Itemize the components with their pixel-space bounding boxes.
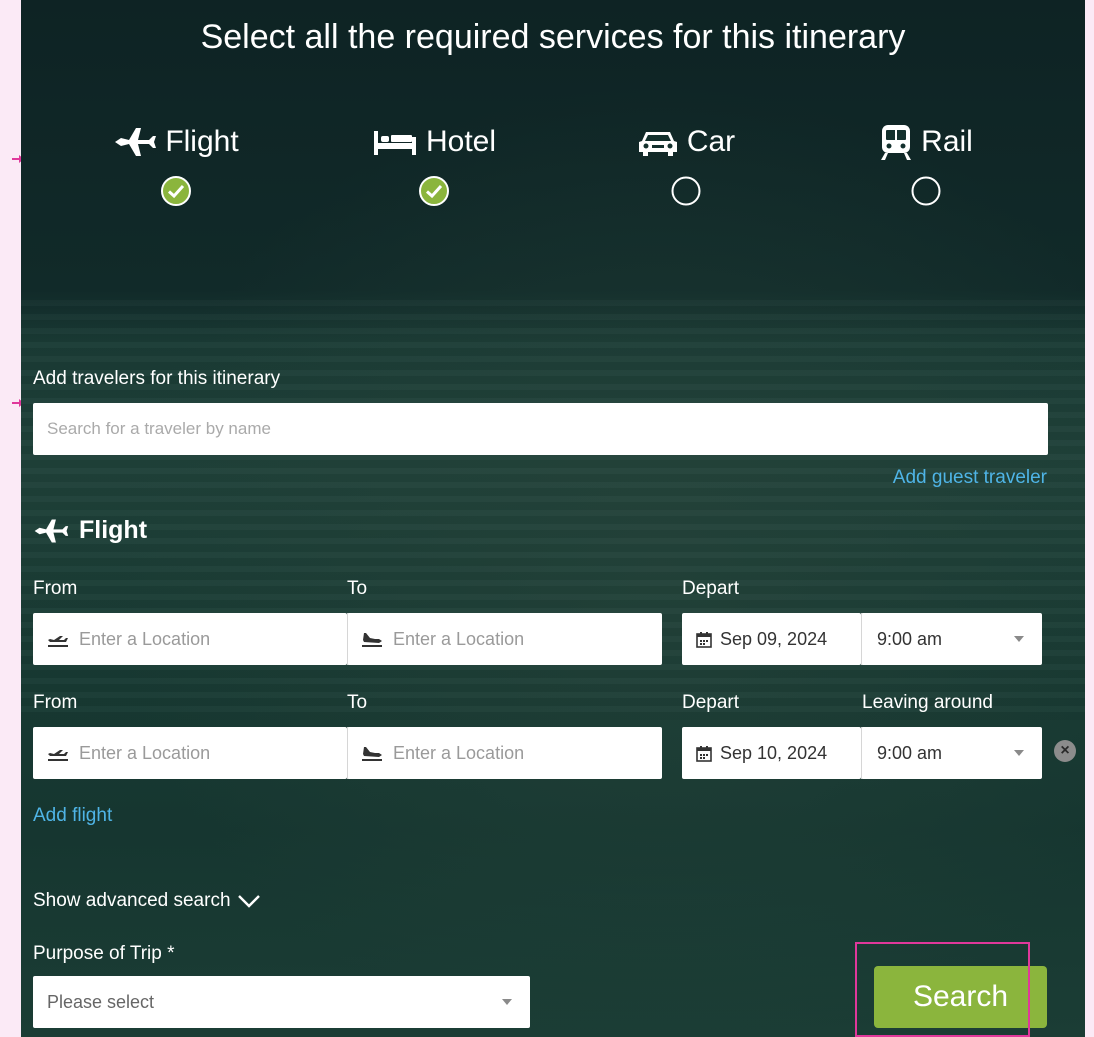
airplane-icon (115, 128, 157, 156)
service-rail[interactable]: Rail (816, 120, 1036, 214)
chevron-down-icon (237, 895, 260, 908)
leaving-time-select[interactable]: 9:00 am (861, 727, 1042, 779)
from-label: From (33, 578, 78, 599)
service-hotel[interactable]: Hotel (324, 120, 544, 214)
depart-label: Depart (682, 692, 740, 713)
page-title: Select all the required services for thi… (200, 18, 906, 56)
chevron-down-icon (1014, 750, 1024, 756)
remove-flight-icon[interactable]: × (1054, 740, 1076, 762)
search-button[interactable]: Search (874, 966, 1047, 1028)
from-label: From (33, 692, 78, 713)
show-advanced-search-toggle[interactable]: Show advanced search (33, 890, 261, 912)
to-label: To (347, 578, 368, 599)
travelers-label: Add travelers for this itinerary (33, 368, 281, 389)
traveler-search-input[interactable]: Search for a traveler by name (33, 403, 1048, 455)
takeoff-icon (48, 750, 68, 761)
checked-icon[interactable] (419, 176, 449, 206)
depart-label: Depart (682, 578, 740, 599)
landing-icon (362, 747, 382, 761)
bed-icon (373, 131, 416, 155)
car-icon (638, 132, 677, 156)
to-location-input[interactable]: Enter a Location (347, 613, 662, 665)
purpose-label: Purpose of Trip * (33, 943, 175, 964)
unchecked-icon[interactable] (671, 176, 701, 206)
traveler-search-placeholder: Search for a traveler by name (47, 419, 271, 438)
service-car[interactable]: Car (576, 120, 796, 214)
from-location-input[interactable]: Enter a Location (33, 613, 347, 665)
from-location-input[interactable]: Enter a Location (33, 727, 347, 779)
service-label: Rail (921, 125, 973, 158)
booking-panel: Select all the required services for thi… (21, 0, 1085, 1037)
depart-time-select[interactable]: 9:00 am (861, 613, 1042, 665)
unchecked-icon[interactable] (911, 176, 941, 206)
leaving-around-label: Leaving around (862, 692, 993, 713)
checked-icon[interactable] (161, 176, 191, 206)
service-flight[interactable]: Flight (66, 120, 286, 214)
depart-date-input[interactable]: Sep 09, 2024 (682, 613, 861, 665)
takeoff-icon (48, 636, 68, 647)
airplane-icon (34, 519, 69, 542)
depart-date-input[interactable]: Sep 10, 2024 (682, 727, 861, 779)
to-label: To (347, 692, 368, 713)
purpose-select[interactable]: Please select (33, 976, 530, 1028)
calendar-icon (696, 745, 712, 762)
flight-section-heading: Flight (33, 516, 147, 545)
annotation-arrow (12, 399, 24, 407)
chevron-down-icon (1014, 636, 1024, 642)
train-icon (881, 125, 912, 160)
landing-icon (362, 633, 382, 647)
chevron-down-icon (502, 999, 512, 1005)
add-guest-traveler-link[interactable]: Add guest traveler (893, 467, 1047, 489)
to-location-input[interactable]: Enter a Location (347, 727, 662, 779)
annotation-arrow (12, 155, 24, 163)
service-label: Flight (165, 125, 239, 158)
service-label: Car (686, 125, 736, 158)
calendar-icon (696, 631, 712, 648)
add-flight-link[interactable]: Add flight (33, 805, 112, 827)
service-label: Hotel (425, 125, 497, 158)
